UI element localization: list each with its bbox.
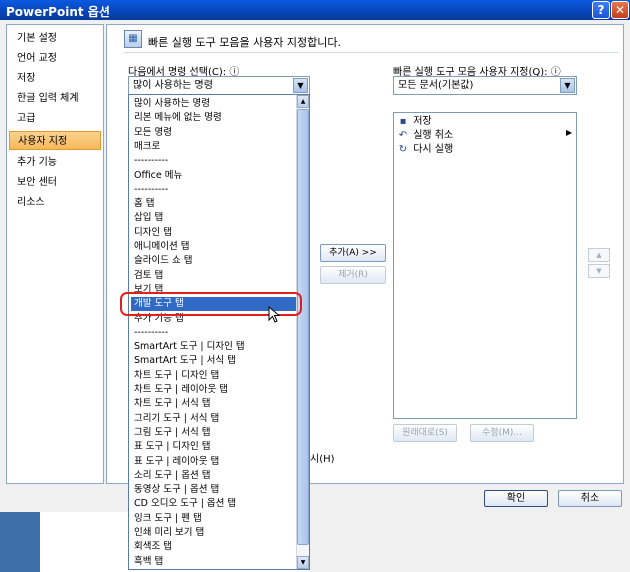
- dropdown-option[interactable]: 잉크 도구 | 펜 탭: [131, 512, 297, 526]
- list-item-label: 다시 실행: [413, 144, 454, 155]
- list-item-label: 저장: [413, 116, 432, 127]
- dropdown-option[interactable]: 모든 명령: [131, 126, 297, 140]
- customize-qat-combo[interactable]: 모든 문서(기본값) ▼: [393, 76, 577, 95]
- list-item[interactable]: ↶ 실행 취소: [396, 129, 453, 143]
- panel-heading: 빠른 실행 도구 모음을 사용자 지정합니다.: [148, 36, 342, 49]
- choose-commands-combo[interactable]: 많이 사용하는 명령 ▼: [128, 76, 310, 95]
- dropdown-option[interactable]: CD 오디오 도구 | 옵션 탭: [131, 497, 297, 511]
- dropdown-option[interactable]: 표 도구 | 디자인 탭: [131, 440, 297, 454]
- dropdown-option[interactable]: 표 도구 | 레이아웃 탭: [131, 455, 297, 469]
- dropdown-option[interactable]: 동영상 도구 | 옵션 탭: [131, 483, 297, 497]
- dropdown-option[interactable]: 소리 도구 | 옵션 탭: [131, 469, 297, 483]
- sidebar-item-addins[interactable]: 추가 기능: [9, 153, 101, 172]
- dropdown-option[interactable]: 매크로: [131, 140, 297, 154]
- close-button[interactable]: ✕: [611, 1, 629, 19]
- save-icon: ▪: [399, 116, 407, 127]
- dialog-lower-edge: [308, 512, 630, 572]
- sidebar-item-save[interactable]: 저장: [9, 69, 101, 88]
- chevron-down-icon[interactable]: ▼: [560, 78, 575, 93]
- choose-commands-value: 많이 사용하는 명령: [133, 80, 213, 91]
- sidebar-item-customize[interactable]: 사용자 지정: [9, 131, 101, 150]
- dropdown-option[interactable]: 삽입 탭: [131, 211, 297, 225]
- options-sidebar: 기본 설정 언어 교정 저장 한글 입력 체계 고급 사용자 지정 추가 기능 …: [6, 24, 104, 484]
- dropdown-option[interactable]: 회색조 탭: [131, 540, 297, 554]
- dropdown-option[interactable]: 애니메이션 탭: [131, 240, 297, 254]
- dropdown-option[interactable]: 인쇄 미리 보기 탭: [131, 526, 297, 540]
- dropdown-option[interactable]: 차트 도구 | 서식 탭: [131, 397, 297, 411]
- sidebar-item-advanced[interactable]: 고급: [9, 109, 101, 128]
- window-title: PowerPoint 옵션: [6, 5, 110, 19]
- scroll-up-icon[interactable]: ▲: [297, 95, 309, 108]
- qat-command-list[interactable]: ▪ 저장 ↶ 실행 취소 ↻ 다시 실행: [393, 112, 577, 419]
- ok-button[interactable]: 확인: [484, 490, 548, 507]
- dropdown-option[interactable]: ----------: [131, 183, 297, 197]
- move-down-icon[interactable]: ▼: [588, 264, 610, 278]
- dropdown-option[interactable]: 많이 사용하는 명령: [131, 97, 297, 111]
- move-up-icon[interactable]: ▲: [588, 248, 610, 262]
- dropdown-option[interactable]: 흑백 탭: [131, 555, 297, 569]
- dropdown-option[interactable]: 디자인 탭: [131, 226, 297, 240]
- dropdown-option[interactable]: Office 메뉴: [131, 169, 297, 183]
- show-below-ribbon-label-fragment: 시(H): [310, 454, 335, 465]
- sidebar-item-korean-ime[interactable]: 한글 입력 체계: [9, 89, 101, 108]
- reset-button[interactable]: 원래대로(S): [393, 424, 457, 442]
- list-item-label: 실행 취소: [413, 130, 454, 141]
- title-bar: PowerPoint 옵션 ? ✕: [0, 0, 630, 20]
- customize-toolbar-icon: ▦: [124, 30, 142, 48]
- redo-icon: ↻: [398, 144, 408, 155]
- dropdown-option[interactable]: SmartArt 도구 | 디자인 탭: [131, 340, 297, 354]
- dropdown-option[interactable]: 그리기 도구 | 서식 탭: [131, 412, 297, 426]
- mouse-pointer-icon: [268, 306, 281, 323]
- dropdown-option[interactable]: 차트 도구 | 디자인 탭: [131, 369, 297, 383]
- submenu-chevron-icon: ▶: [566, 128, 573, 137]
- desktop-background: [0, 512, 40, 572]
- background-strip: [0, 512, 630, 572]
- dropdown-option[interactable]: 그림 도구 | 서식 탭: [131, 426, 297, 440]
- undo-icon: ↶: [398, 130, 408, 141]
- dropdown-option[interactable]: 리본 메뉴에 없는 명령: [131, 111, 297, 125]
- sidebar-item-trust-center[interactable]: 보안 센터: [9, 173, 101, 192]
- scroll-thumb[interactable]: [297, 109, 309, 545]
- customize-qat-value: 모든 문서(기본값): [398, 80, 474, 91]
- chevron-down-icon[interactable]: ▼: [293, 78, 308, 93]
- scroll-down-icon[interactable]: ▼: [297, 556, 309, 569]
- sidebar-item-popular[interactable]: 기본 설정: [9, 29, 101, 48]
- sidebar-item-proofing[interactable]: 언어 교정: [9, 49, 101, 68]
- dropdown-option[interactable]: ----------: [131, 154, 297, 168]
- list-item[interactable]: ↻ 다시 실행: [396, 143, 453, 157]
- sidebar-item-resources[interactable]: 리소스: [9, 193, 101, 212]
- dropdown-option[interactable]: 홈 탭: [131, 197, 297, 211]
- dropdown-option[interactable]: 슬라이드 쇼 탭: [131, 254, 297, 268]
- dropdown-option[interactable]: 검토 탭: [131, 269, 297, 283]
- modify-button[interactable]: 수정(M)...: [470, 424, 534, 442]
- add-button[interactable]: 추가(A) >>: [320, 244, 386, 262]
- remove-button[interactable]: 제거(R): [320, 266, 386, 284]
- dropdown-option[interactable]: SmartArt 도구 | 서식 탭: [131, 354, 297, 368]
- heading-divider: [124, 52, 618, 53]
- dropdown-option[interactable]: 차트 도구 | 레이아웃 탭: [131, 383, 297, 397]
- list-item[interactable]: ▪ 저장: [396, 115, 432, 129]
- choose-commands-dropdown[interactable]: 많이 사용하는 명령 리본 메뉴에 없는 명령 모든 명령 매크로 ----------…: [128, 94, 310, 570]
- help-button[interactable]: ?: [592, 1, 610, 19]
- cancel-button[interactable]: 취소: [558, 490, 622, 507]
- dropdown-scrollbar[interactable]: ▲ ▼: [296, 95, 309, 569]
- dropdown-option[interactable]: ----------: [131, 326, 297, 340]
